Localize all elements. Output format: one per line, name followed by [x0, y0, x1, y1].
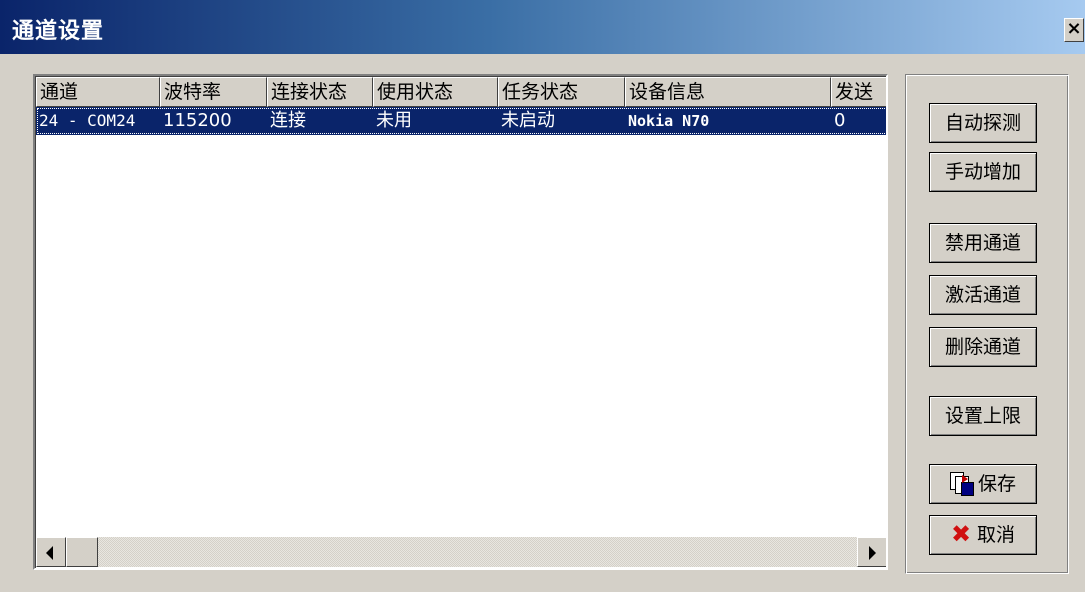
delete-channel-button[interactable]: 删除通道	[929, 327, 1037, 367]
window-title: 通道设置	[12, 19, 105, 44]
save-button-label: 保存	[977, 473, 1016, 495]
cell-send: 0	[834, 110, 846, 131]
cell-connection: 连接	[270, 110, 306, 131]
close-button[interactable]: ×	[1064, 18, 1084, 42]
set-limit-button[interactable]: 设置上限	[929, 396, 1037, 436]
auto-detect-button[interactable]: 自动探测	[929, 103, 1037, 143]
column-header-usage[interactable]: 使用状态	[373, 77, 498, 107]
column-header-send[interactable]: 发送	[831, 77, 886, 107]
cancel-x-icon: ✖	[950, 519, 972, 548]
column-header-baud[interactable]: 波特率	[160, 77, 267, 107]
disable-channel-button[interactable]: 禁用通道	[929, 223, 1037, 263]
list-header: 通道 波特率 连接状态 使用状态 任务状态 设备信息 发送	[36, 77, 886, 107]
title-bar: 通道设置 ×	[0, 0, 1085, 54]
close-icon: ×	[1066, 18, 1082, 39]
activate-channel-button[interactable]: 激活通道	[929, 275, 1037, 315]
cell-baud: 115200	[163, 110, 232, 131]
scroll-left-button[interactable]	[36, 537, 66, 567]
cell-usage: 未用	[376, 110, 412, 131]
column-header-connection[interactable]: 连接状态	[267, 77, 373, 107]
cell-channel: 24 - COM24	[39, 111, 136, 130]
channel-list[interactable]: 通道 波特率 连接状态 使用状态 任务状态 设备信息 发送 24 - COM24…	[33, 74, 888, 570]
column-header-device[interactable]: 设备信息	[625, 77, 831, 107]
arrow-left-icon	[46, 546, 53, 560]
column-header-task[interactable]: 任务状态	[498, 77, 625, 107]
channel-list-body: 通道 波特率 连接状态 使用状态 任务状态 设备信息 发送 24 - COM24…	[35, 76, 886, 568]
arrow-right-icon	[869, 546, 876, 560]
table-row[interactable]: 24 - COM24 115200 连接 未用 未启动 Nokia N70 0	[36, 107, 886, 135]
scroll-right-button[interactable]	[857, 537, 886, 567]
manual-add-button[interactable]: 手动增加	[929, 152, 1037, 192]
horizontal-scrollbar[interactable]	[36, 537, 886, 567]
save-button[interactable]: 保存	[929, 464, 1037, 504]
cancel-button-label: 取消	[977, 524, 1016, 546]
action-panel: 自动探测 手动增加 禁用通道 激活通道 删除通道 设置上限 保存 ✖ 取消	[905, 74, 1069, 574]
cancel-button[interactable]: ✖ 取消	[929, 515, 1037, 555]
save-icon	[949, 471, 974, 496]
scroll-thumb[interactable]	[66, 537, 98, 567]
cell-device: Nokia N70	[628, 112, 710, 130]
cell-task: 未启动	[501, 110, 555, 131]
column-header-channel[interactable]: 通道	[36, 77, 160, 107]
